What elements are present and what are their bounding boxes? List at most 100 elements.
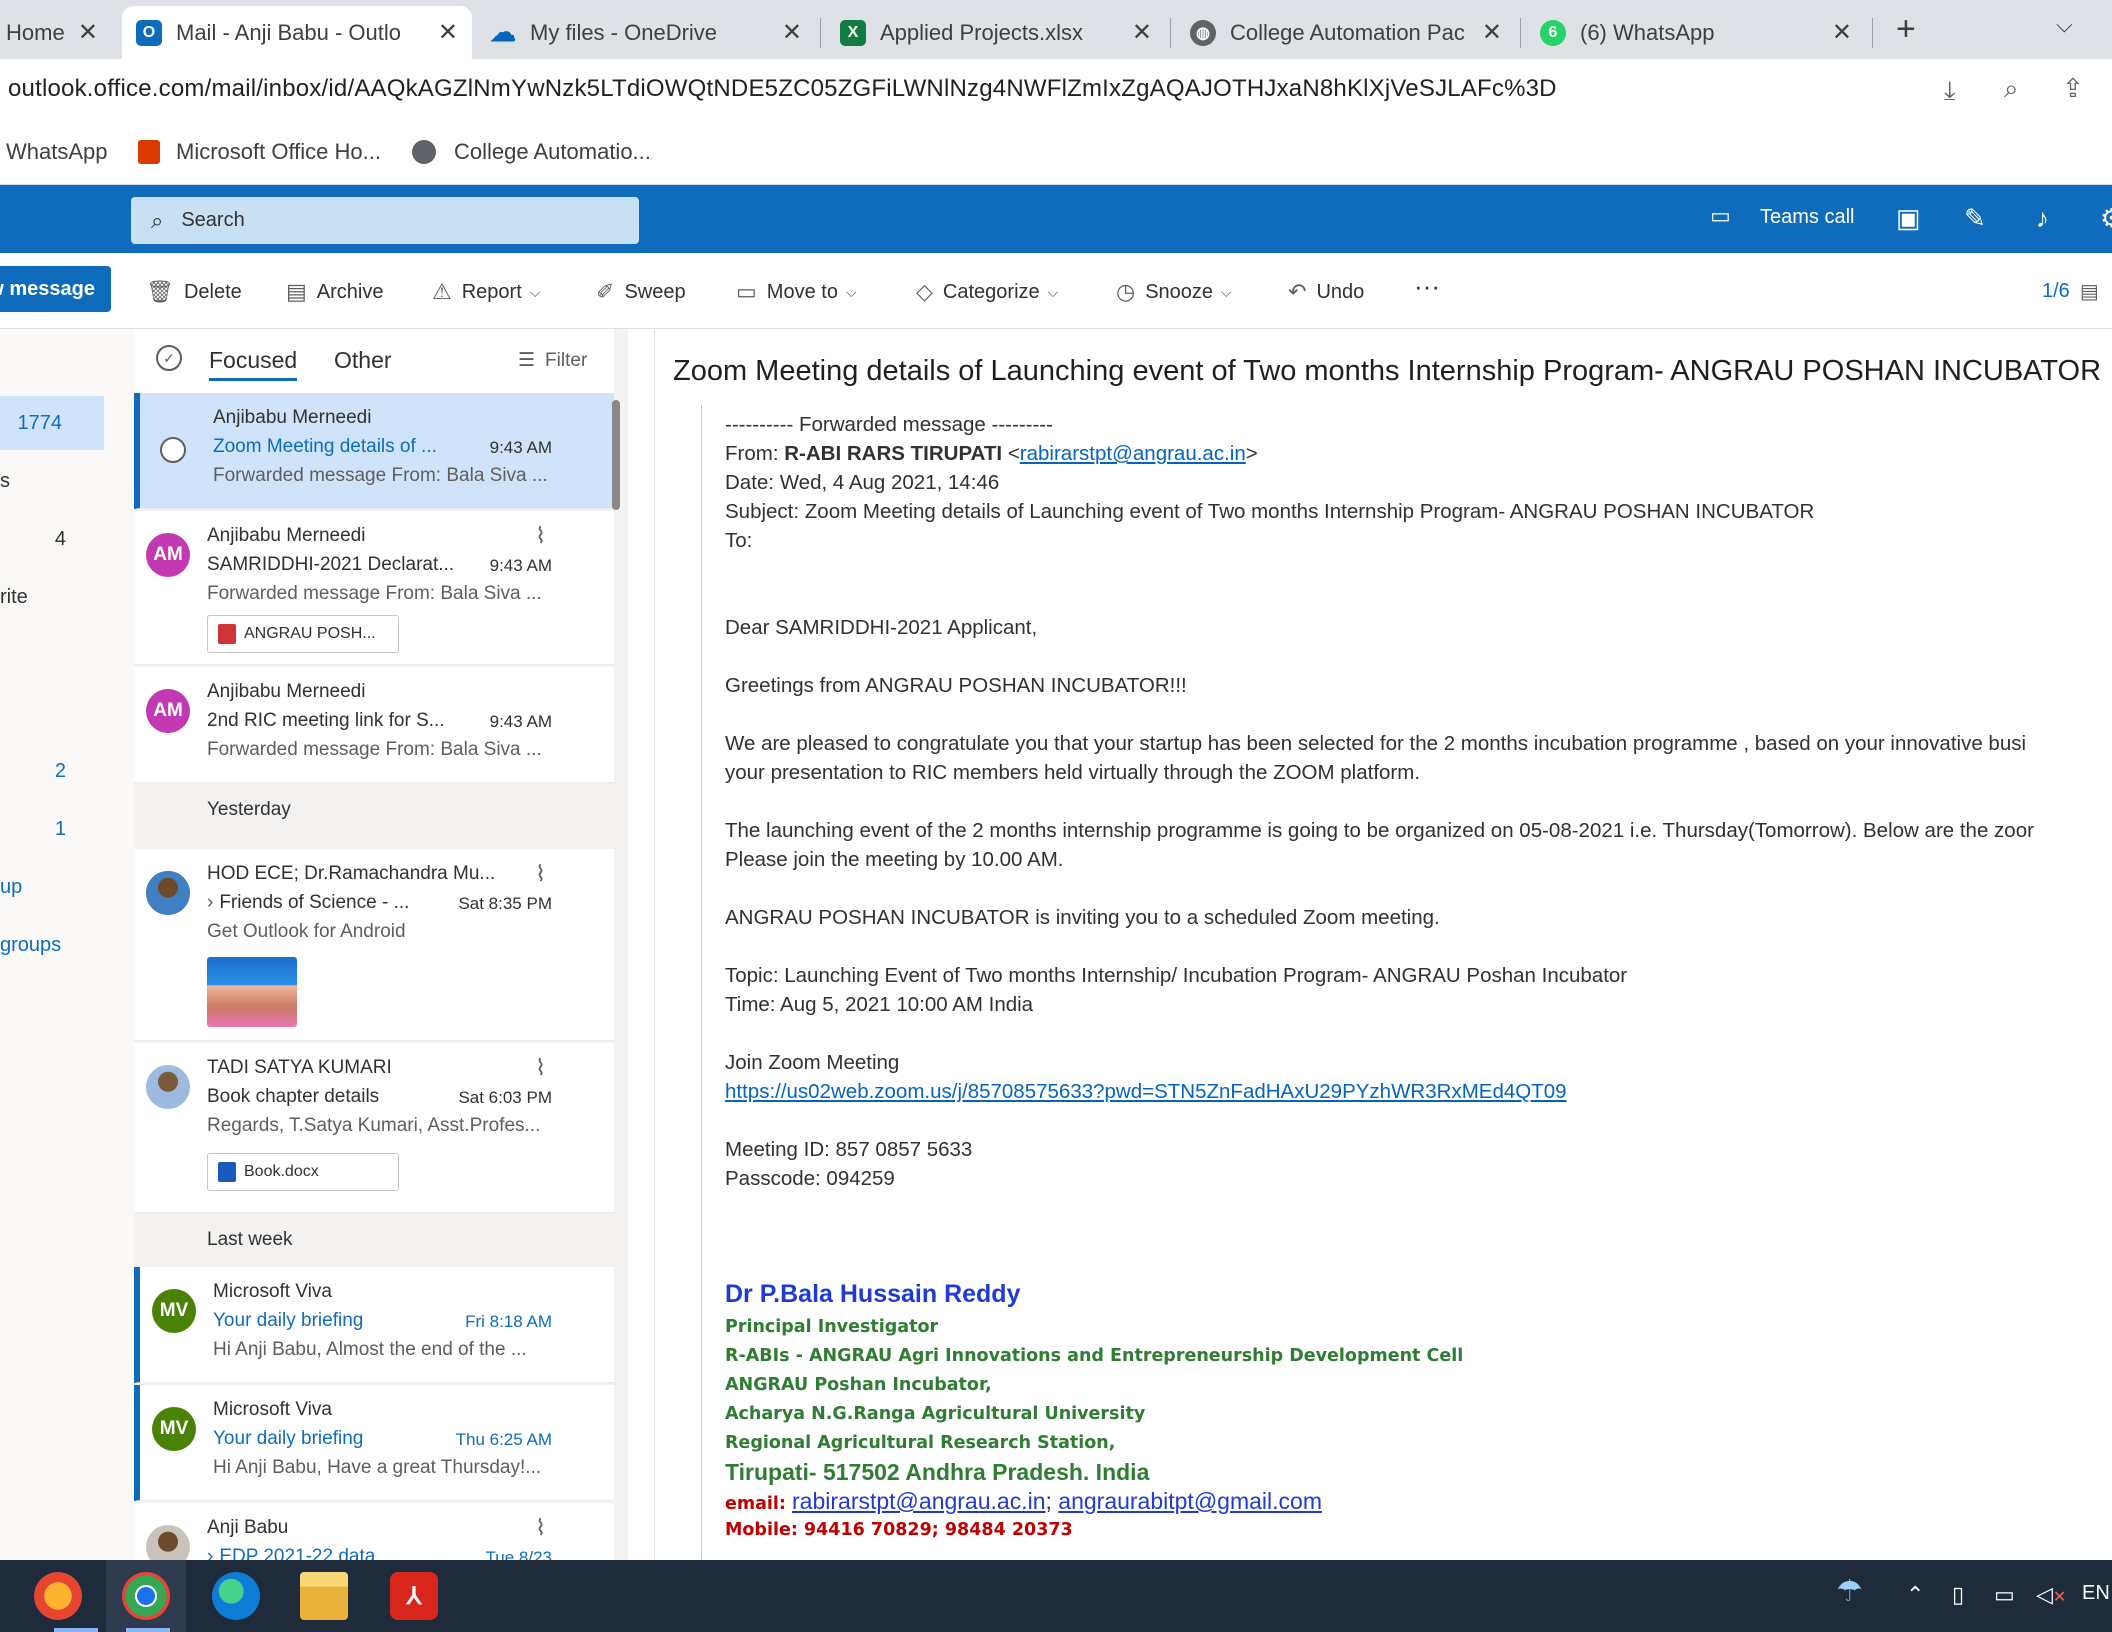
paragraph: ANGRAU POSHAN INCUBATOR is inviting you …	[725, 906, 1440, 929]
running-indicator	[54, 1628, 98, 1632]
undo-button[interactable]: ↶ Undo	[1288, 279, 1364, 305]
speaker-muted-icon[interactable]: ◁✕	[2036, 1582, 2066, 1608]
tab-college-automation[interactable]: ◍ College Automation Pac ✕	[1176, 6, 1516, 59]
signature-name: Dr P.Bala Hussain Reddy	[725, 1280, 1021, 1308]
attachment-chip[interactable]: ANGRAU POSH...	[207, 615, 399, 653]
language-indicator[interactable]: EN	[2082, 1582, 2110, 1605]
message-list-scrollbar[interactable]	[612, 400, 620, 510]
chevron-up-icon[interactable]: ⌃	[1906, 1582, 1924, 1608]
report-button[interactable]: ⚠ Report ⌵	[432, 279, 540, 305]
to-line: To:	[725, 529, 753, 552]
file-explorer-icon[interactable]	[300, 1572, 348, 1620]
chrome-icon[interactable]	[122, 1572, 170, 1620]
filter-button[interactable]: ☰ Filter	[518, 349, 587, 372]
folder-inbox[interactable]: 1774	[0, 396, 104, 450]
chevron-right-icon: ›	[207, 1546, 214, 1560]
tab-excel[interactable]: X Applied Projects.xlsx ✕	[826, 6, 1166, 59]
sweep-button[interactable]: ✐ Sweep	[596, 279, 686, 305]
zoom-icon[interactable]: ⌕	[2004, 73, 2019, 105]
outlook-apps-icon[interactable]: ▣	[1896, 203, 1921, 234]
image-thumbnail[interactable]	[207, 957, 297, 1027]
archive-button[interactable]: ▤ Archive	[286, 279, 384, 305]
signature-email-link[interactable]: rabirarstpt@angrau.ac.in	[792, 1488, 1045, 1514]
acrobat-icon[interactable]: ⅄	[390, 1572, 438, 1620]
signature-org: Regional Agricultural Research Station,	[725, 1433, 1116, 1453]
close-icon[interactable]: ✕	[1132, 18, 1152, 47]
attachment-chip[interactable]: Book.docx	[207, 1153, 399, 1191]
bookmark-college[interactable]: College Automatio...	[412, 139, 651, 165]
close-icon[interactable]: ✕	[1832, 18, 1852, 47]
list-item[interactable]: HOD ECE; Dr.Ramachandra Mu... ⌇ › Friends…	[134, 849, 614, 1041]
folder-item[interactable]: 1	[0, 802, 104, 856]
categorize-button[interactable]: ◇ Categorize ⌵	[916, 279, 1058, 305]
list-item[interactable]: AM Anjibabu Merneedi 2nd RIC meeting lin…	[134, 667, 614, 783]
folder-item[interactable]: 4	[0, 512, 104, 566]
list-item[interactable]: AM Anjibabu Merneedi ⌇ SAMRIDDHI-2021 De…	[134, 511, 614, 665]
folder-item[interactable]: 2	[0, 744, 104, 798]
paperclip-icon: ⌇	[535, 1515, 546, 1540]
signature-title: Principal Investigator	[725, 1317, 939, 1337]
firefox-icon[interactable]	[34, 1572, 82, 1620]
device-icon[interactable]: ▯	[1952, 1582, 1964, 1608]
close-icon[interactable]: ✕	[782, 18, 802, 47]
date-line: Date: Wed, 4 Aug 2021, 14:46	[725, 471, 1000, 494]
settings-gear-icon[interactable]: ⚙	[2100, 203, 2112, 234]
join-label: Join Zoom Meeting	[725, 1051, 900, 1074]
share-icon[interactable]: ⇪	[2062, 73, 2084, 104]
close-icon[interactable]: ✕	[78, 18, 98, 47]
zoom-meeting-link[interactable]: https://us02web.zoom.us/j/85708575633?pw…	[725, 1080, 1567, 1103]
network-icon[interactable]: ▭	[1994, 1582, 2015, 1608]
my-day-icon[interactable]: ✎	[1964, 203, 1986, 234]
tab-whatsapp[interactable]: 6 (6) WhatsApp ✕	[1526, 6, 1866, 59]
tab-focused[interactable]: Focused	[209, 347, 298, 381]
list-item[interactable]: Anjibabu Merneedi Zoom Meeting details o…	[134, 393, 614, 509]
tab-other[interactable]: Other	[334, 347, 392, 374]
new-tab-plus-icon[interactable]: +	[1896, 10, 1916, 49]
teams-call-button[interactable]: Teams call	[1760, 206, 1854, 229]
list-item[interactable]: MV Microsoft Viva Your daily briefing Fr…	[134, 1267, 614, 1383]
weather-rain-icon[interactable]: ☂	[1836, 1574, 1863, 1609]
folder-pane: 1774 s 4 rite 2 1 up groups	[0, 329, 134, 1560]
bookmark-office[interactable]: Microsoft Office Ho...	[138, 139, 381, 165]
more-options-button[interactable]: ···	[1414, 271, 1440, 302]
windows-taskbar: ⅄ ☂ ⌃ ▯ ▭ ◁✕ EN	[0, 1560, 2112, 1632]
delete-button[interactable]: 🗑 Delete	[146, 279, 242, 305]
reading-pane-icon[interactable]: ▤	[2080, 279, 2099, 304]
from-email-link[interactable]: rabirarstpt@angrau.ac.in	[1020, 442, 1246, 465]
folder-item[interactable]: groups	[0, 918, 104, 972]
video-camera-icon[interactable]: ▭	[1710, 203, 1731, 229]
greeting: Dear SAMRIDDHI-2021 Applicant,	[725, 616, 1038, 639]
install-app-icon[interactable]: ⤓	[1944, 75, 1956, 107]
paperclip-icon: ⌇	[535, 523, 546, 548]
bookmark-whatsapp[interactable]: WhatsApp	[6, 139, 108, 165]
snooze-button[interactable]: ◷ Snooze ⌵	[1116, 279, 1232, 305]
search-input[interactable]: ⌕ Search	[131, 197, 639, 244]
folder-item[interactable]: up	[0, 860, 104, 914]
tab-home[interactable]: Home ✕	[0, 6, 112, 59]
tab-outlook-mail[interactable]: O Mail - Anji Babu - Outlo ✕	[122, 6, 472, 59]
signature-email-link[interactable]: angraurabitpt@gmail.com	[1058, 1488, 1322, 1514]
office-icon	[138, 140, 160, 164]
chevron-right-icon: ›	[207, 892, 214, 913]
new-message-button[interactable]: New message	[0, 266, 111, 312]
list-item[interactable]: MV Microsoft Viva Your daily briefing Th…	[134, 1385, 614, 1501]
bell-icon[interactable]: ♪	[2036, 203, 2049, 234]
edge-icon[interactable]	[212, 1572, 260, 1620]
close-icon[interactable]: ✕	[1482, 18, 1502, 47]
signature-org: ANGRAU Poshan Incubator,	[725, 1375, 992, 1395]
paragraph: Please join the meeting by 10.00 AM.	[725, 848, 1064, 871]
tab-onedrive[interactable]: ☁ My files - OneDrive ✕	[476, 6, 816, 59]
move-to-button[interactable]: ▭ Move to ⌵	[736, 279, 857, 305]
select-all-checkmark-icon[interactable]: ✓	[156, 345, 182, 371]
folder-item[interactable]: rite	[0, 570, 104, 624]
close-icon[interactable]: ✕	[438, 18, 458, 47]
meeting-id: Meeting ID: 857 0857 5633	[725, 1138, 973, 1161]
list-item[interactable]: Anji Babu ⌇ › EDP 2021-22 data Tue 8/23	[134, 1503, 614, 1560]
signature-org: Acharya N.G.Ranga Agricultural Universit…	[725, 1404, 1146, 1424]
select-radio[interactable]	[160, 437, 186, 463]
tab-search-chevron-icon[interactable]: ⌵	[2056, 12, 2073, 38]
folder-item[interactable]: s	[0, 454, 104, 508]
list-item[interactable]: TADI SATYA KUMARI ⌇ Book chapter details…	[134, 1043, 614, 1213]
avatar: AM	[146, 533, 190, 577]
url-text[interactable]: outlook.office.com/mail/inbox/id/AAQkAGZ…	[8, 75, 1557, 103]
